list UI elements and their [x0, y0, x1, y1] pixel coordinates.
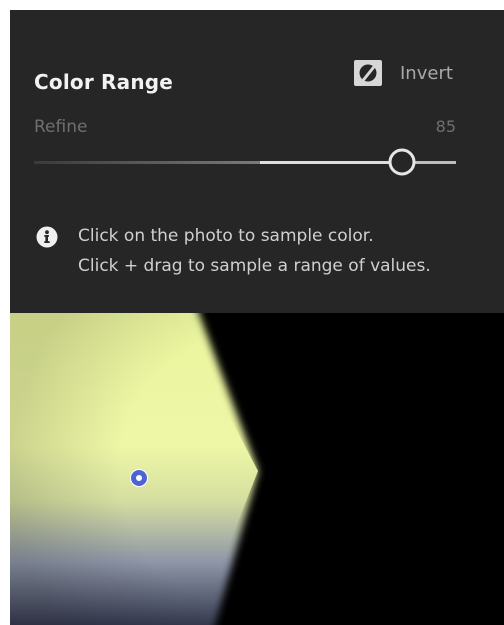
- invert-mask-icon[interactable]: [353, 59, 383, 87]
- refine-label: Refine: [34, 117, 88, 137]
- panel-title: Color Range: [34, 70, 174, 94]
- slider-track-right: [414, 161, 456, 164]
- refine-slider[interactable]: [34, 146, 456, 176]
- info-icon: [36, 226, 58, 248]
- slider-track-left: [34, 161, 260, 164]
- invert-toggle[interactable]: Invert: [353, 56, 453, 90]
- slider-track-fill: [260, 161, 402, 164]
- sampling-hint: Click on the photo to sample color. Clic…: [36, 225, 431, 281]
- refine-value[interactable]: 85: [436, 117, 456, 136]
- photo-image: [10, 313, 504, 625]
- hint-line-drag: Click + drag to sample a range of values…: [78, 256, 431, 276]
- sample-point-marker[interactable]: [130, 469, 148, 487]
- slider-thumb: [388, 148, 416, 176]
- hint-line-click: Click on the photo to sample color.: [78, 226, 374, 246]
- photo-canvas[interactable]: [10, 313, 504, 625]
- invert-label: Invert: [400, 62, 453, 84]
